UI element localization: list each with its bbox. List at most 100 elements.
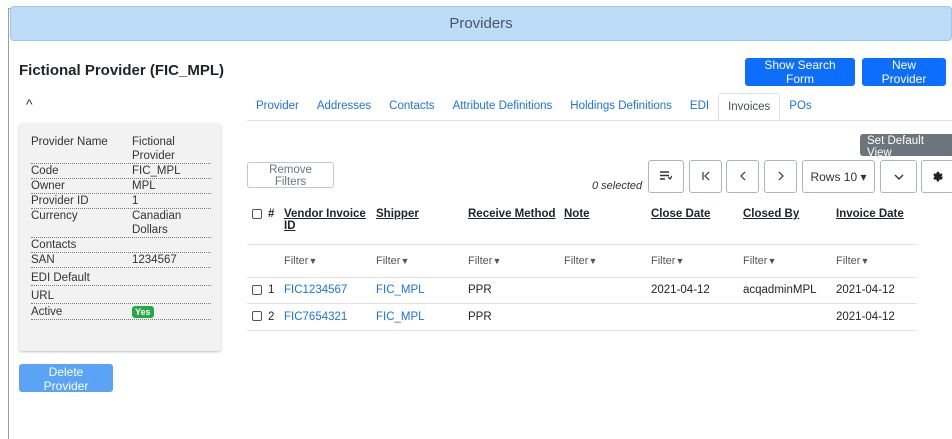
detail-row-code: Code FIC_MPL — [31, 164, 211, 179]
tab-holdings-definitions[interactable]: Holdings Definitions — [561, 93, 681, 121]
prev-page-button[interactable] — [726, 160, 759, 193]
remove-filters-button[interactable]: Remove Filters — [247, 162, 334, 188]
vendor-invoice-id-link[interactable]: FIC1234567 — [284, 277, 376, 304]
detail-value: 1234567 — [132, 254, 177, 266]
receive-method: PPR — [468, 303, 564, 331]
first-page-icon — [701, 170, 711, 184]
column-toggle-icon — [660, 170, 673, 184]
page-title: Providers — [449, 15, 513, 32]
detail-row-url: URL — [31, 286, 211, 304]
filter-label: Filter — [836, 254, 861, 267]
first-page-button[interactable] — [689, 160, 722, 193]
tab-invoices[interactable]: Invoices — [718, 93, 781, 121]
page-header: Providers — [10, 6, 952, 41]
tabs-divider — [247, 120, 952, 121]
detail-value — [132, 289, 211, 303]
tab-addresses[interactable]: Addresses — [308, 93, 380, 121]
rows-per-page-select[interactable]: Rows 10 ▾ — [802, 160, 875, 193]
closed-by — [743, 303, 836, 331]
view-options-button[interactable] — [880, 160, 917, 193]
detail-label: Active — [31, 306, 63, 318]
set-default-view-button[interactable]: Set Default View — [860, 134, 952, 159]
row-select-cell — [247, 277, 268, 304]
filter-icon: ▼ — [675, 255, 685, 266]
detail-label: Provider Name — [31, 136, 108, 148]
shipper-link[interactable]: FIC_MPL — [376, 303, 468, 331]
invoices-table: # Vendor Invoice ID Shipper Receive Meth… — [247, 204, 917, 331]
column-header-number: # — [268, 204, 284, 245]
new-provider-button[interactable]: New Provider — [862, 58, 946, 86]
filter-cell — [247, 244, 268, 278]
tab-provider[interactable]: Provider — [247, 93, 308, 121]
row-select-cell — [247, 303, 268, 331]
filter-icon: ▼ — [588, 255, 598, 266]
column-header-shipper[interactable]: Shipper — [376, 204, 468, 245]
prev-page-icon — [739, 170, 747, 184]
filter-note[interactable]: Filter▼ — [564, 244, 651, 278]
provider-title: Fictional Provider (FIC_MPL) — [19, 62, 225, 79]
filter-label: Filter — [651, 254, 676, 267]
filter-row: Filter▼ Filter▼ Filter▼ Filter▼ Filter▼ … — [247, 244, 917, 278]
filter-icon: ▼ — [860, 255, 870, 266]
delete-provider-button[interactable]: Delete Provider — [19, 364, 113, 393]
detail-label: Provider ID — [31, 195, 89, 207]
show-search-form-button[interactable]: Show Search Form — [745, 58, 855, 86]
selected-count: 0 selected — [592, 180, 643, 192]
table-row: 1 FIC1234567 FIC_MPL PPR 2021-04-12 acqa… — [247, 277, 917, 304]
filter-invoice-date[interactable]: Filter▼ — [836, 244, 917, 278]
column-header-invoice-date[interactable]: Invoice Date — [836, 204, 917, 245]
filter-closed-by[interactable]: Filter▼ — [743, 244, 836, 278]
detail-row-provider-id: Provider ID 1 — [31, 194, 211, 209]
filter-icon: ▼ — [767, 255, 777, 266]
tab-attribute-definitions[interactable]: Attribute Definitions — [444, 93, 562, 121]
detail-value — [132, 238, 211, 252]
tab-pos[interactable]: POs — [780, 93, 820, 121]
column-header-close-date[interactable]: Close Date — [651, 204, 743, 245]
chevron-down-icon — [894, 170, 904, 184]
next-page-button[interactable] — [764, 160, 797, 193]
column-header-note[interactable]: Note — [564, 204, 651, 245]
column-header-closed-by[interactable]: Closed By — [743, 204, 836, 245]
detail-label: SAN — [31, 254, 55, 266]
detail-row-edi-default: EDI Default — [31, 268, 211, 286]
column-toggle-button[interactable] — [648, 160, 684, 193]
detail-row-currency: Currency Canadian Dollars — [31, 209, 211, 238]
detail-row-san: SAN 1234567 — [31, 253, 211, 268]
filter-label: Filter — [743, 254, 768, 267]
settings-button[interactable] — [921, 160, 952, 193]
select-all-cell — [247, 204, 268, 245]
filter-icon: ▼ — [492, 255, 502, 266]
row-checkbox[interactable] — [252, 311, 262, 322]
vendor-invoice-id-link[interactable]: FIC7654321 — [284, 303, 376, 331]
note — [564, 277, 651, 304]
invoice-date: 2021-04-12 — [836, 277, 917, 304]
row-checkbox[interactable] — [252, 284, 262, 295]
detail-label: Code — [31, 165, 59, 177]
note — [564, 303, 651, 331]
detail-row-provider-name: Provider Name Fictional Provider — [31, 135, 211, 164]
detail-value — [132, 271, 211, 285]
detail-row-owner: Owner MPL — [31, 179, 211, 194]
column-header-receive-method[interactable]: Receive Method — [468, 204, 564, 245]
filter-close-date[interactable]: Filter▼ — [651, 244, 743, 278]
filter-cell — [268, 244, 284, 278]
active-status-badge: Yes — [132, 306, 154, 318]
shipper-link[interactable]: FIC_MPL — [376, 277, 468, 304]
select-all-checkbox[interactable] — [252, 208, 262, 219]
tab-contacts[interactable]: Contacts — [380, 93, 443, 121]
filter-vendor-invoice-id[interactable]: Filter▼ — [284, 244, 376, 278]
table-row: 2 FIC7654321 FIC_MPL PPR 2021-04-12 — [247, 303, 917, 331]
closed-by: acqadminMPL — [743, 277, 836, 304]
detail-value: MPL — [132, 180, 156, 192]
close-date — [651, 303, 743, 331]
collapse-details-icon[interactable]: ^ — [26, 96, 33, 112]
filter-label: Filter — [376, 254, 401, 267]
filter-shipper[interactable]: Filter▼ — [376, 244, 468, 278]
column-header-vendor-invoice-id[interactable]: Vendor Invoice ID — [284, 204, 376, 245]
filter-receive-method[interactable]: Filter▼ — [468, 244, 564, 278]
tab-edi[interactable]: EDI — [681, 93, 718, 121]
receive-method: PPR — [468, 277, 564, 304]
table-header-row: # Vendor Invoice ID Shipper Receive Meth… — [247, 204, 917, 245]
detail-value: Yes — [132, 305, 211, 319]
detail-label: URL — [31, 290, 55, 302]
